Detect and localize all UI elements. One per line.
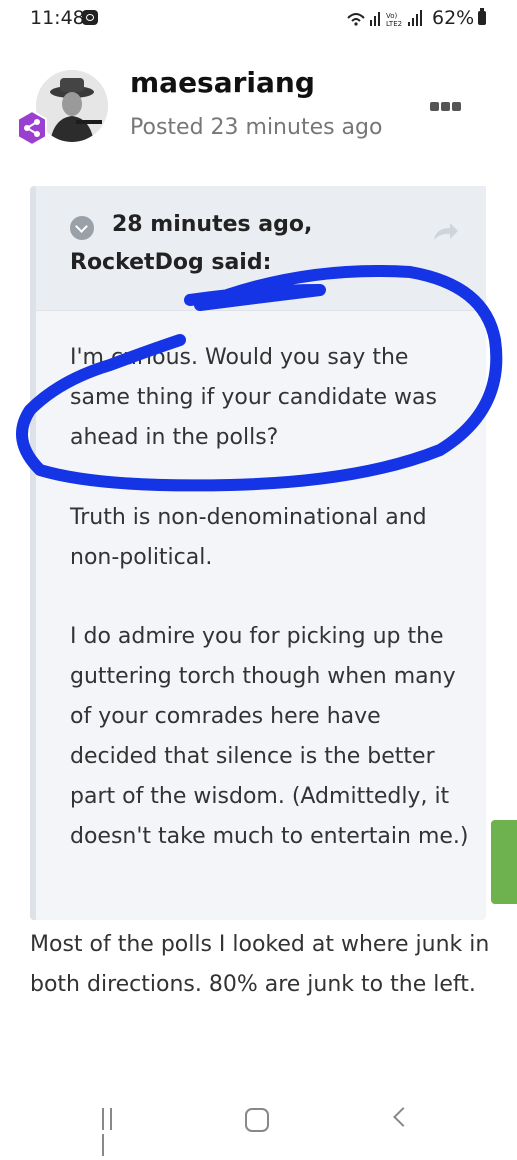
share-arrow-icon[interactable] <box>430 220 460 242</box>
status-time: 11:48 <box>30 7 85 29</box>
quote-author[interactable]: RocketDog said: <box>70 250 271 275</box>
post-body: Most of the polls I looked at where junk… <box>30 932 490 997</box>
back-icon[interactable] <box>393 1107 413 1127</box>
side-tab[interactable] <box>491 820 517 904</box>
quote-paragraph: I'm curious. Would you say the same thin… <box>70 345 437 450</box>
quote-header: 28 minutes ago, RocketDog said: <box>36 186 486 311</box>
home-icon[interactable] <box>245 1108 269 1132</box>
status-bar: 11:48 Vo) LTE2 62% <box>0 0 517 36</box>
quote-time[interactable]: 28 minutes ago, <box>112 212 312 237</box>
quote-paragraph: I do admire you for picking up the gutte… <box>70 624 469 849</box>
battery-percent: 62% <box>432 7 475 29</box>
notification-icon <box>82 10 98 25</box>
author-name[interactable]: maesariang <box>130 66 315 99</box>
chevron-down-icon[interactable] <box>70 216 94 240</box>
battery-icon <box>478 8 486 25</box>
post-timestamp: Posted 23 minutes ago <box>130 115 383 140</box>
svg-text:LTE2: LTE2 <box>386 20 402 28</box>
badge-icon <box>17 110 47 146</box>
quote-paragraph: Truth is non-denominational and non-poli… <box>70 505 427 570</box>
recent-apps-icon[interactable] <box>102 1108 124 1156</box>
svg-text:Vo): Vo) <box>386 12 398 20</box>
more-options-icon[interactable] <box>430 96 470 112</box>
signal-icon: Vo) LTE2 <box>347 10 422 28</box>
quote-block: 28 minutes ago, RocketDog said: I'm curi… <box>30 186 486 920</box>
